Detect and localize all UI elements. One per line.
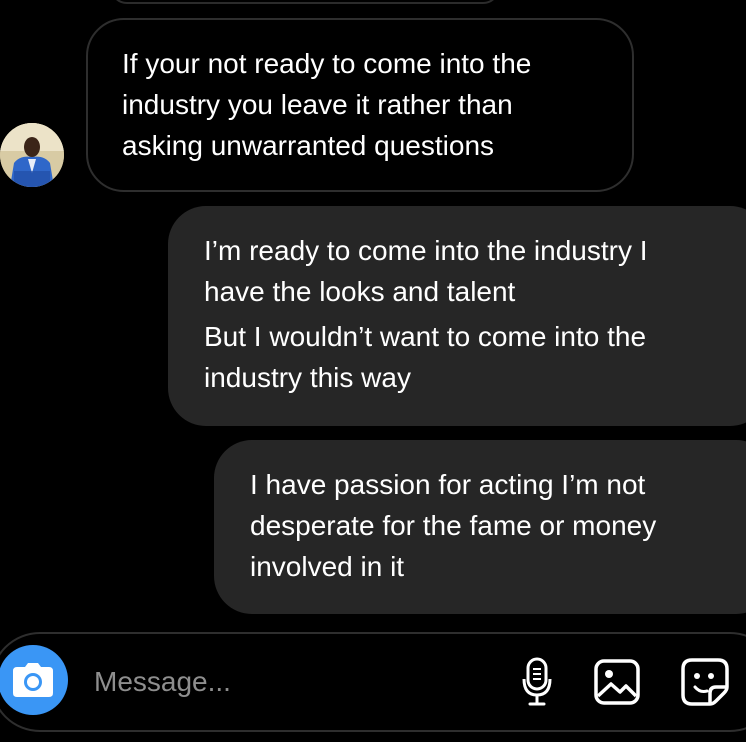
sticker-icon [681,658,729,706]
message-text-line: industry this way [204,362,411,393]
microphone-icon [522,657,552,706]
message-text-line: asking unwarranted questions [122,130,495,161]
sender-avatar[interactable] [0,123,64,187]
avatar-photo [0,123,64,187]
message-text-line: I have passion for acting I’m not [250,469,646,500]
gallery-button[interactable] [590,655,644,709]
message-text-line: But I wouldn’t want to come into the [204,321,647,352]
microphone-button[interactable] [510,655,564,709]
message-text-line: have the looks and talent [204,276,516,307]
received-message-bubble[interactable]: If your not ready to come into the indus… [86,18,634,192]
sent-message-bubble[interactable]: I have passion for acting I’m not desper… [214,440,746,614]
message-text-line: If your not ready to come into the [122,48,532,79]
gallery-icon [594,659,640,705]
camera-button[interactable] [0,645,68,715]
message-text-line: desperate for the fame or money [250,510,657,541]
camera-icon [13,663,53,697]
message-text-line: involved in it [250,551,405,582]
message-text-line: I’m ready to come into the industry I [204,235,648,266]
message-text-line: industry you leave it rather than [122,89,513,120]
previous-message-bubble [110,0,500,4]
sent-message-bubble[interactable]: I’m ready to come into the industry I ha… [168,206,746,426]
message-input[interactable] [94,664,474,700]
sticker-button[interactable] [678,655,732,709]
